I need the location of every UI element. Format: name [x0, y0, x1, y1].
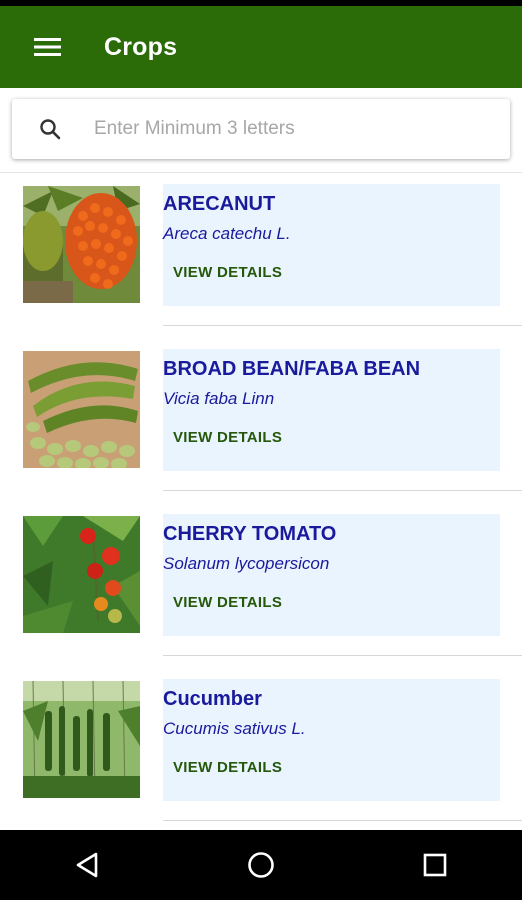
divider — [163, 820, 522, 821]
crop-name: CHERRY TOMATO — [163, 523, 337, 545]
list-item[interactable]: Cucumber Cucumis sativus L. VIEW DETAILS — [0, 671, 522, 836]
app-bar: Crops — [0, 6, 522, 88]
view-details-button[interactable]: VIEW DETAILS — [173, 759, 282, 776]
recents-square-icon — [423, 853, 447, 877]
divider — [0, 172, 522, 173]
divider — [163, 490, 522, 491]
crop-name: Cucumber — [163, 688, 262, 710]
crop-list: ARECANUT Areca catechu L. VIEW DETAILS B… — [0, 176, 522, 836]
cherry-tomato-photo — [23, 516, 140, 633]
back-triangle-icon — [76, 852, 98, 878]
broad-bean-photo — [23, 351, 140, 468]
crop-scientific-name: Solanum lycopersicon — [163, 554, 330, 573]
crop-scientific-name: Areca catechu L. — [163, 224, 291, 243]
divider — [163, 325, 522, 326]
list-item[interactable]: ARECANUT Areca catechu L. VIEW DETAILS — [0, 176, 522, 341]
view-details-button[interactable]: VIEW DETAILS — [173, 264, 282, 281]
cucumber-photo — [23, 681, 140, 798]
view-details-button[interactable]: VIEW DETAILS — [173, 429, 282, 446]
crop-name: BROAD BEAN/FABA BEAN — [163, 358, 421, 380]
menu-button[interactable] — [22, 21, 74, 73]
home-button[interactable] — [226, 835, 296, 895]
list-item[interactable]: CHERRY TOMATO Solanum lycopersicon VIEW … — [0, 506, 522, 671]
page-title: Crops — [104, 32, 178, 61]
crop-card: CHERRY TOMATO Solanum lycopersicon VIEW … — [163, 514, 500, 636]
crop-scientific-name: Vicia faba Linn — [163, 389, 275, 408]
crop-scientific-name: Cucumis sativus L. — [163, 719, 306, 738]
view-details-button[interactable]: VIEW DETAILS — [173, 594, 282, 611]
back-button[interactable] — [52, 835, 122, 895]
list-item[interactable]: BROAD BEAN/FABA BEAN Vicia faba Linn VIE… — [0, 341, 522, 506]
recents-button[interactable] — [400, 835, 470, 895]
divider — [163, 655, 522, 656]
crop-name: ARECANUT — [163, 193, 276, 215]
home-circle-icon — [248, 852, 274, 878]
search-input[interactable] — [92, 117, 496, 141]
arecanut-photo — [23, 186, 140, 303]
crop-card: ARECANUT Areca catechu L. VIEW DETAILS — [163, 184, 500, 306]
crop-card: Cucumber Cucumis sativus L. VIEW DETAILS — [163, 679, 500, 801]
navigation-bar — [0, 830, 522, 900]
crop-card: BROAD BEAN/FABA BEAN Vicia faba Linn VIE… — [163, 349, 500, 471]
hamburger-menu-icon — [34, 38, 61, 56]
search-icon — [38, 117, 62, 141]
search-bar[interactable] — [12, 99, 510, 159]
